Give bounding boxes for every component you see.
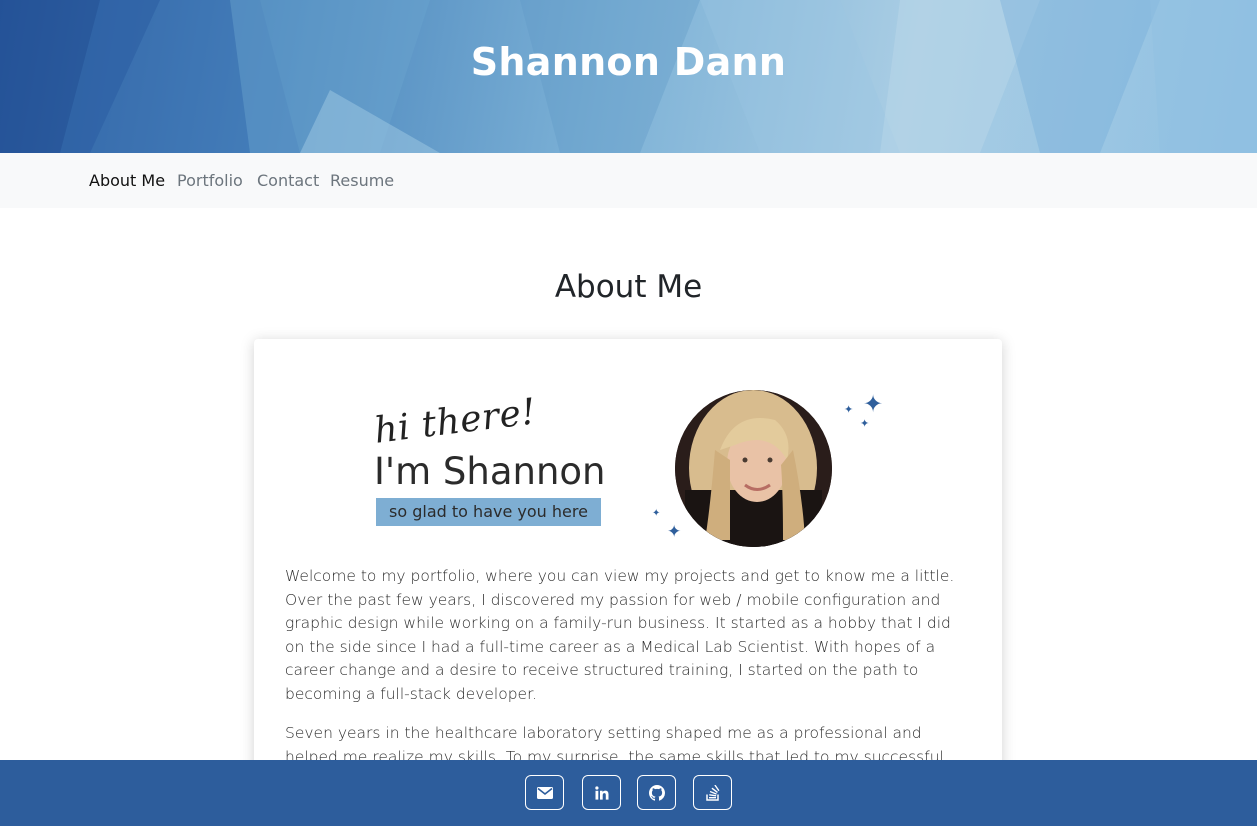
github-icon <box>648 784 665 801</box>
greeting-tagline: so glad to have you here <box>376 498 601 526</box>
footer <box>0 760 1257 826</box>
nav-link-contact[interactable]: Contact <box>257 171 319 190</box>
site-title: Shannon Dann <box>470 40 787 84</box>
nav-link-portfolio[interactable]: Portfolio <box>177 171 243 190</box>
sparkle-icon: ✦ <box>652 508 661 519</box>
sparkle-icon: ✦ <box>667 522 682 541</box>
sparkle-icon: ✦ <box>844 404 854 416</box>
about-card: hi there! I'm Shannon so glad to have yo… <box>254 339 1002 819</box>
envelope-icon <box>536 786 553 799</box>
hero-banner: Shannon Dann <box>0 0 1257 153</box>
greeting-name: I'm Shannon <box>374 450 606 493</box>
linkedin-icon <box>594 785 608 800</box>
stack-overflow-link[interactable] <box>693 775 732 810</box>
nav-link-about-me[interactable]: About Me <box>89 171 165 190</box>
stack-overflow-icon <box>705 784 719 801</box>
github-link[interactable] <box>637 775 676 810</box>
sparkle-icon: ✦ <box>863 391 884 418</box>
main-navbar: About Me Portfolio Contact Resume <box>0 153 1257 208</box>
greeting-script: hi there! <box>372 391 539 452</box>
nav-link-resume[interactable]: Resume <box>330 171 394 190</box>
linkedin-link[interactable] <box>582 775 621 810</box>
profile-photo <box>675 390 832 547</box>
about-paragraph: Welcome to my portfolio, where you can v… <box>285 567 955 703</box>
sparkle-icon: ✦ <box>860 418 870 430</box>
section-title: About Me <box>554 269 703 305</box>
email-link[interactable] <box>525 775 564 810</box>
